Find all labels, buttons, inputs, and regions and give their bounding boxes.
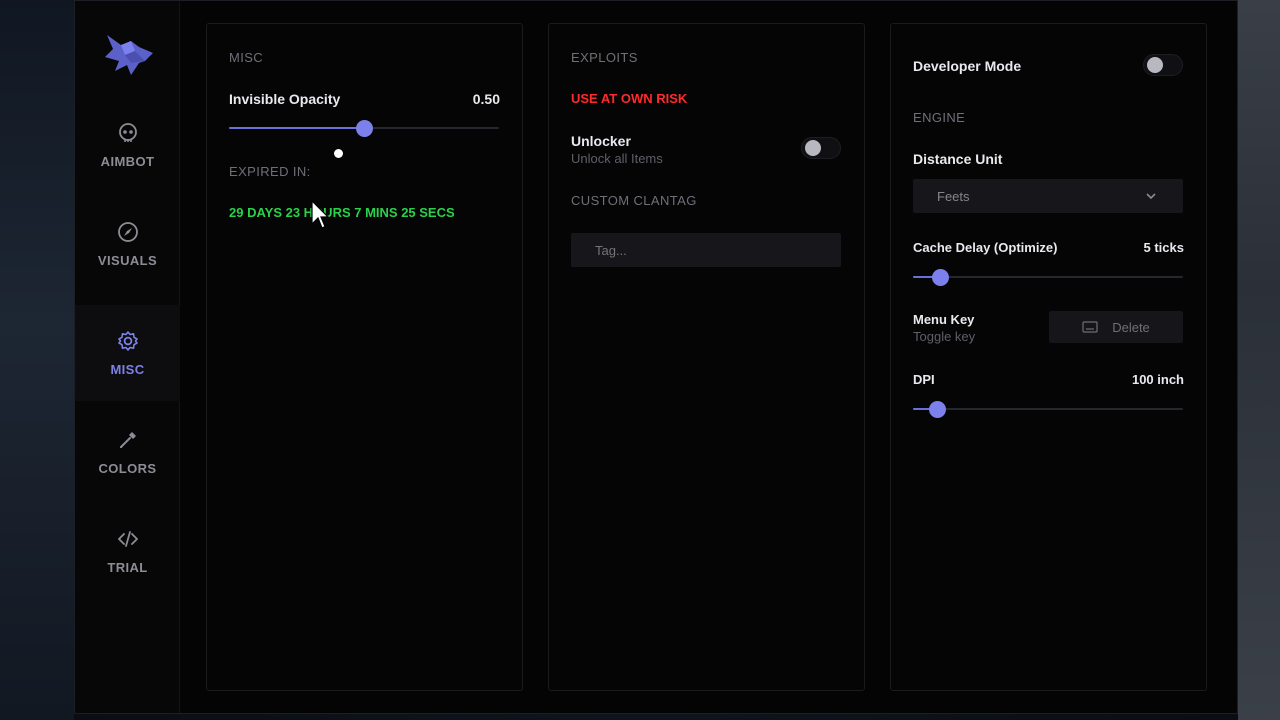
sidebar-item-label: COLORS xyxy=(98,460,157,476)
sidebar-item-label: VISUALS xyxy=(97,252,158,268)
custom-clantag-title: CUSTOM CLANTAG xyxy=(571,193,697,208)
sidebar-item-label: AIMBOT xyxy=(100,153,155,169)
sidebar-item-colors[interactable]: COLORS xyxy=(75,404,180,500)
gear-icon xyxy=(117,330,138,351)
code-icon xyxy=(117,530,138,547)
slider-track xyxy=(913,408,1183,410)
cheat-menu-window: AIMBOT VISUALS MISC COLORS TRIAL MISC In… xyxy=(74,0,1238,714)
dpi-label: DPI xyxy=(913,372,935,387)
slider-track xyxy=(913,276,1183,278)
clantag-input[interactable] xyxy=(571,233,841,267)
sidebar: AIMBOT VISUALS MISC COLORS TRIAL xyxy=(75,1,180,713)
cursor-trail-dot xyxy=(334,149,343,158)
cache-delay-label: Cache Delay (Optimize) xyxy=(913,240,1058,255)
invisible-opacity-label: Invisible Opacity xyxy=(229,91,341,107)
unlocker-label: Unlocker xyxy=(571,133,631,149)
dpi-slider[interactable] xyxy=(913,401,1183,418)
background-left xyxy=(0,0,74,720)
sidebar-item-trial[interactable]: TRIAL xyxy=(75,503,180,599)
eyedropper-icon xyxy=(119,431,136,448)
unlocker-toggle[interactable] xyxy=(801,137,841,159)
sidebar-item-label: MISC xyxy=(110,361,145,377)
distance-unit-value: Feets xyxy=(937,189,970,204)
wolf-logo-icon xyxy=(105,35,153,75)
background-right xyxy=(1238,0,1280,720)
distance-unit-label: Distance Unit xyxy=(913,151,1003,167)
mouse-pointer-icon xyxy=(311,200,329,229)
sidebar-item-label: TRIAL xyxy=(107,559,148,575)
expired-countdown: 29 DAYS 23 HOURS 7 MINS 25 SECS xyxy=(229,205,455,220)
skull-icon xyxy=(118,122,137,142)
menu-key-sublabel: Toggle key xyxy=(913,329,976,344)
exploits-panel: EXPLOITS USE AT OWN RISK Unlocker Unlock… xyxy=(548,23,865,691)
menu-key-label: Menu Key xyxy=(913,312,975,327)
misc-panel: MISC Invisible Opacity 0.50 EXPIRED IN: … xyxy=(206,23,523,691)
menu-key-button-label: Delete xyxy=(1112,319,1150,335)
developer-mode-label: Developer Mode xyxy=(913,58,1022,74)
risk-warning: USE AT OWN RISK xyxy=(571,91,688,106)
misc-section-title: MISC xyxy=(229,50,264,65)
slider-handle[interactable] xyxy=(929,401,947,418)
cache-delay-slider[interactable] xyxy=(913,269,1183,286)
distance-unit-select[interactable]: Feets xyxy=(913,179,1183,213)
sidebar-item-visuals[interactable]: VISUALS xyxy=(75,196,180,292)
sidebar-item-misc[interactable]: MISC xyxy=(75,305,180,401)
slider-handle[interactable] xyxy=(932,269,949,286)
invisible-opacity-slider[interactable] xyxy=(229,120,499,137)
expired-in-title: EXPIRED IN: xyxy=(229,164,311,179)
slider-fill xyxy=(229,127,364,129)
unlocker-sublabel: Unlock all Items xyxy=(571,151,663,166)
developer-mode-toggle[interactable] xyxy=(1143,54,1183,76)
invisible-opacity-value: 0.50 xyxy=(472,91,500,107)
menu-key-button[interactable]: Delete xyxy=(1049,311,1183,343)
engine-section-title: ENGINE xyxy=(913,110,966,125)
chevron-down-icon xyxy=(1146,193,1156,200)
cache-delay-value: 5 ticks xyxy=(1143,240,1184,255)
keyboard-icon xyxy=(1082,321,1098,333)
toggle-knob xyxy=(1147,57,1163,73)
slider-handle[interactable] xyxy=(356,120,373,137)
compass-icon xyxy=(117,221,138,242)
dpi-value: 100 inch xyxy=(1131,372,1184,387)
toggle-knob xyxy=(805,140,821,156)
settings-panel: Developer Mode ENGINE Distance Unit Feet… xyxy=(890,23,1207,691)
sidebar-item-aimbot[interactable]: AIMBOT xyxy=(75,97,180,193)
exploits-section-title: EXPLOITS xyxy=(571,50,638,65)
